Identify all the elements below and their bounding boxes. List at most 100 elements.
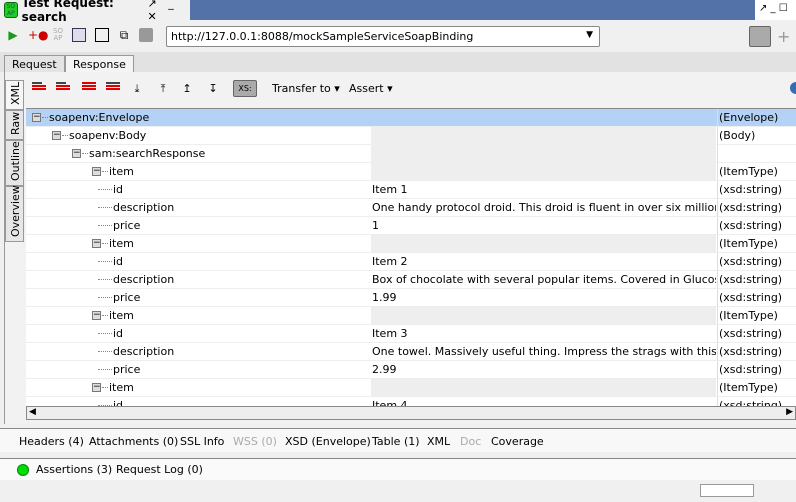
collapse-icon[interactable]: − <box>52 131 61 140</box>
tree-row[interactable]: − soapenv:Body (Body) <box>26 127 796 145</box>
format-indent-icon[interactable] <box>56 82 70 94</box>
help-icon[interactable] <box>790 82 796 94</box>
node-value: Item 2 <box>372 255 408 268</box>
request-log-tab[interactable]: Request Log (0) <box>116 463 203 476</box>
collapse-icon[interactable]: − <box>92 311 101 320</box>
window-controls[interactable]: ↗ _ ✕ <box>148 0 190 23</box>
tree-row[interactable]: description One handy protocol droid. Thi… <box>26 199 796 217</box>
tree-connector <box>98 207 112 208</box>
expand-up-icon[interactable]: ⤒ <box>156 82 170 95</box>
inspector-tab[interactable]: XML <box>427 435 450 448</box>
format-left-icon[interactable] <box>32 82 46 94</box>
node-value <box>371 235 716 252</box>
scroll-left-icon[interactable]: ◀ <box>29 407 36 417</box>
inspector-tab[interactable]: Headers (4) <box>19 435 84 448</box>
assertions-tab[interactable]: Assertions (3) <box>36 463 112 476</box>
add-assertion-icon[interactable]: +● <box>28 28 49 42</box>
inspector-tab[interactable]: XSD (Envelope) <box>285 435 371 448</box>
inspector-tab[interactable]: Attachments (0) <box>89 435 178 448</box>
node-type: (ItemType) <box>717 307 796 324</box>
run-icon[interactable]: ▶ <box>6 28 20 42</box>
soap-icon[interactable]: SO AP <box>51 28 65 42</box>
side-tab-xml[interactable]: XML <box>5 80 24 110</box>
horizontal-scrollbar[interactable]: ◀ ▶ <box>26 406 796 420</box>
tab-response[interactable]: Response <box>65 55 134 73</box>
tree-row[interactable]: − item (ItemType) <box>26 235 796 253</box>
node-value: 1 <box>372 219 379 232</box>
inspector-tab[interactable]: Coverage <box>491 435 544 448</box>
tree-row[interactable]: − item (ItemType) <box>26 307 796 325</box>
collapse-all-icon[interactable]: ⤓ <box>130 82 144 95</box>
tree-connector <box>98 189 112 190</box>
tree-row[interactable]: id Item 4 (xsd:string) <box>26 397 796 406</box>
tree-row[interactable]: price 2.99 (xsd:string) <box>26 361 796 379</box>
move-up-icon[interactable]: ↥ <box>180 82 194 95</box>
inspector-tab[interactable]: Table (1) <box>372 435 420 448</box>
move-down-icon[interactable]: ↧ <box>206 82 220 95</box>
collapse-icon[interactable]: − <box>92 239 101 248</box>
node-value <box>371 109 716 126</box>
node-value: 2.99 <box>372 363 397 376</box>
inspector-tab: Doc <box>460 435 482 448</box>
node-value: 1.99 <box>372 291 397 304</box>
collapse-icon[interactable]: − <box>32 113 41 122</box>
tree-connector <box>98 333 112 334</box>
format-bold-icon[interactable] <box>106 82 120 94</box>
node-name: price <box>113 363 141 376</box>
outer-window-controls[interactable]: ↗ _ ☐ <box>755 0 796 20</box>
tree-connector <box>102 387 108 388</box>
node-name: item <box>109 237 134 250</box>
chevron-down-icon[interactable]: ▼ <box>586 30 593 40</box>
tree-row[interactable]: id Item 3 (xsd:string) <box>26 325 796 343</box>
tree-row[interactable]: id Item 2 (xsd:string) <box>26 253 796 271</box>
node-value: Item 3 <box>372 327 408 340</box>
tree-row[interactable]: − soapenv:Envelope (Envelope) <box>26 109 796 127</box>
xsd-validate-button[interactable]: XS: <box>233 80 257 97</box>
node-name: sam:searchResponse <box>89 147 206 160</box>
tree-connector <box>82 153 88 154</box>
node-value: One towel. Massively useful thing. Impre… <box>372 345 716 358</box>
node-type: (ItemType) <box>717 235 796 252</box>
tab-request[interactable]: Request <box>4 55 65 73</box>
node-name: id <box>113 183 124 196</box>
node-value <box>371 307 716 324</box>
window-tab[interactable]: SO AP Test Request: search ↗ _ ✕ <box>0 0 190 24</box>
tree-row[interactable]: − item (ItemType) <box>26 379 796 397</box>
scroll-right-icon[interactable]: ▶ <box>786 407 793 417</box>
xml-toolbar: ⤓ ⤒ ↥ ↧ <box>26 76 796 102</box>
node-value <box>371 163 716 180</box>
tree-row[interactable]: description One towel. Massively useful t… <box>26 343 796 361</box>
tree-row[interactable]: − sam:searchResponse <box>26 145 796 163</box>
inspector-tab[interactable]: SSL Info <box>180 435 224 448</box>
tree-connector <box>102 243 108 244</box>
tree-connector <box>98 225 112 226</box>
chevron-down-icon: ▾ <box>334 82 340 95</box>
transfer-to-menu[interactable]: Transfer to ▾ <box>272 82 340 95</box>
node-name: price <box>113 291 141 304</box>
node-name: id <box>113 327 124 340</box>
tree-connector <box>98 369 112 370</box>
collapse-icon[interactable]: − <box>92 383 101 392</box>
endpoint-select[interactable]: http://127.0.0.1:8088/mockSampleServiceS… <box>166 26 600 47</box>
node-type: (ItemType) <box>717 379 796 396</box>
side-tab-overview[interactable]: Overview <box>5 185 24 242</box>
side-tab-raw[interactable]: Raw <box>5 110 24 140</box>
assert-menu[interactable]: Assert ▾ <box>349 82 393 95</box>
tree-connector <box>98 351 112 352</box>
square-icon[interactable] <box>95 28 109 42</box>
node-type: (xsd:string) <box>717 289 796 306</box>
tree-row[interactable]: price 1 (xsd:string) <box>26 217 796 235</box>
refresh-icon[interactable] <box>72 28 86 42</box>
format-all-icon[interactable] <box>82 82 96 94</box>
tree-row[interactable]: id Item 1 (xsd:string) <box>26 181 796 199</box>
collapse-icon[interactable]: − <box>92 167 101 176</box>
tree-row[interactable]: description Box of chocolate with several… <box>26 271 796 289</box>
tree-row[interactable]: − item (ItemType) <box>26 163 796 181</box>
plus-icon[interactable]: + <box>777 27 790 46</box>
layout-toggle-button[interactable] <box>749 26 771 47</box>
copy-icon[interactable]: ⧉ <box>117 28 131 42</box>
tree-row[interactable]: price 1.99 (xsd:string) <box>26 289 796 307</box>
collapse-icon[interactable]: − <box>72 149 81 158</box>
stop-icon[interactable] <box>139 28 153 42</box>
side-tab-outline[interactable]: Outline <box>5 140 24 186</box>
